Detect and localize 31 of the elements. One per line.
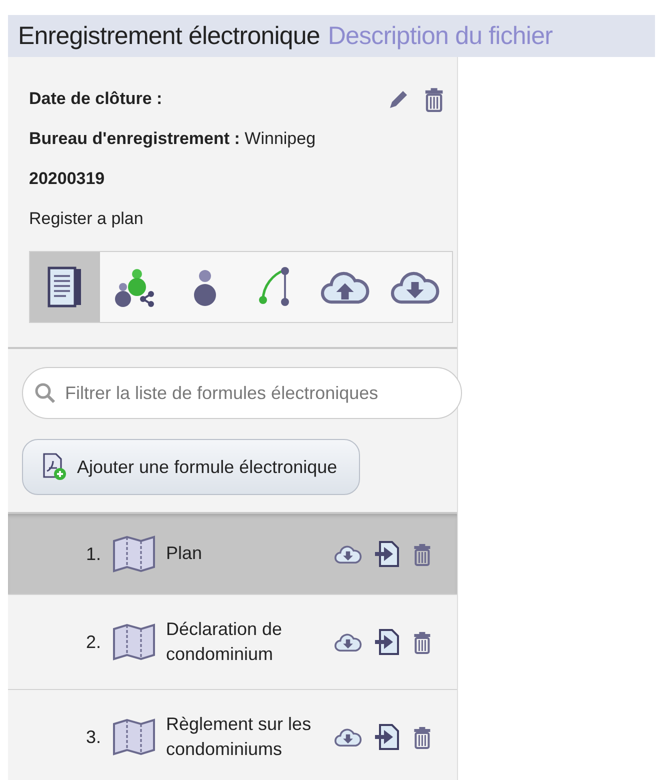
search-field[interactable]: Filtrer la liste de formules électroniques	[22, 367, 462, 419]
form-number: 2.	[86, 632, 102, 652]
add-file-icon	[41, 453, 67, 481]
trash-icon[interactable]	[412, 725, 432, 749]
file-arrow-icon[interactable]	[374, 723, 400, 751]
map-icon	[112, 718, 156, 756]
form-number: 1.	[86, 544, 102, 564]
add-form-button[interactable]: Ajouter une formule électronique	[22, 439, 360, 495]
map-icon	[112, 623, 156, 661]
trash-icon[interactable]	[422, 86, 445, 112]
form-number: 3.	[86, 726, 102, 748]
form-row[interactable]: 1. Plan	[8, 514, 457, 595]
file-arrow-icon[interactable]	[374, 540, 400, 568]
search-icon	[34, 382, 56, 404]
office-label: Bureau d'enregistrement :	[29, 129, 240, 149]
file-arrow-icon[interactable]	[374, 628, 400, 656]
office-value: Winnipeg	[244, 129, 316, 149]
people-share-icon	[113, 267, 157, 307]
file-description: Register a plan	[29, 209, 144, 229]
page-title: Enregistrement électronique	[18, 22, 320, 50]
page-subtitle: Description du fichier	[328, 22, 553, 50]
form-name: Plan	[166, 542, 204, 566]
closing-date-label: Date de clôture :	[29, 89, 162, 109]
person-icon	[191, 267, 219, 307]
trash-icon[interactable]	[412, 542, 432, 566]
form-name: Déclaration de condominium	[166, 618, 284, 666]
file-number: 20200319	[29, 169, 105, 189]
form-name: Règlement sur les condominiums	[166, 712, 312, 761]
map-icon	[112, 535, 156, 573]
toolbar-tab[interactable]	[30, 252, 100, 322]
trash-icon[interactable]	[412, 630, 432, 654]
